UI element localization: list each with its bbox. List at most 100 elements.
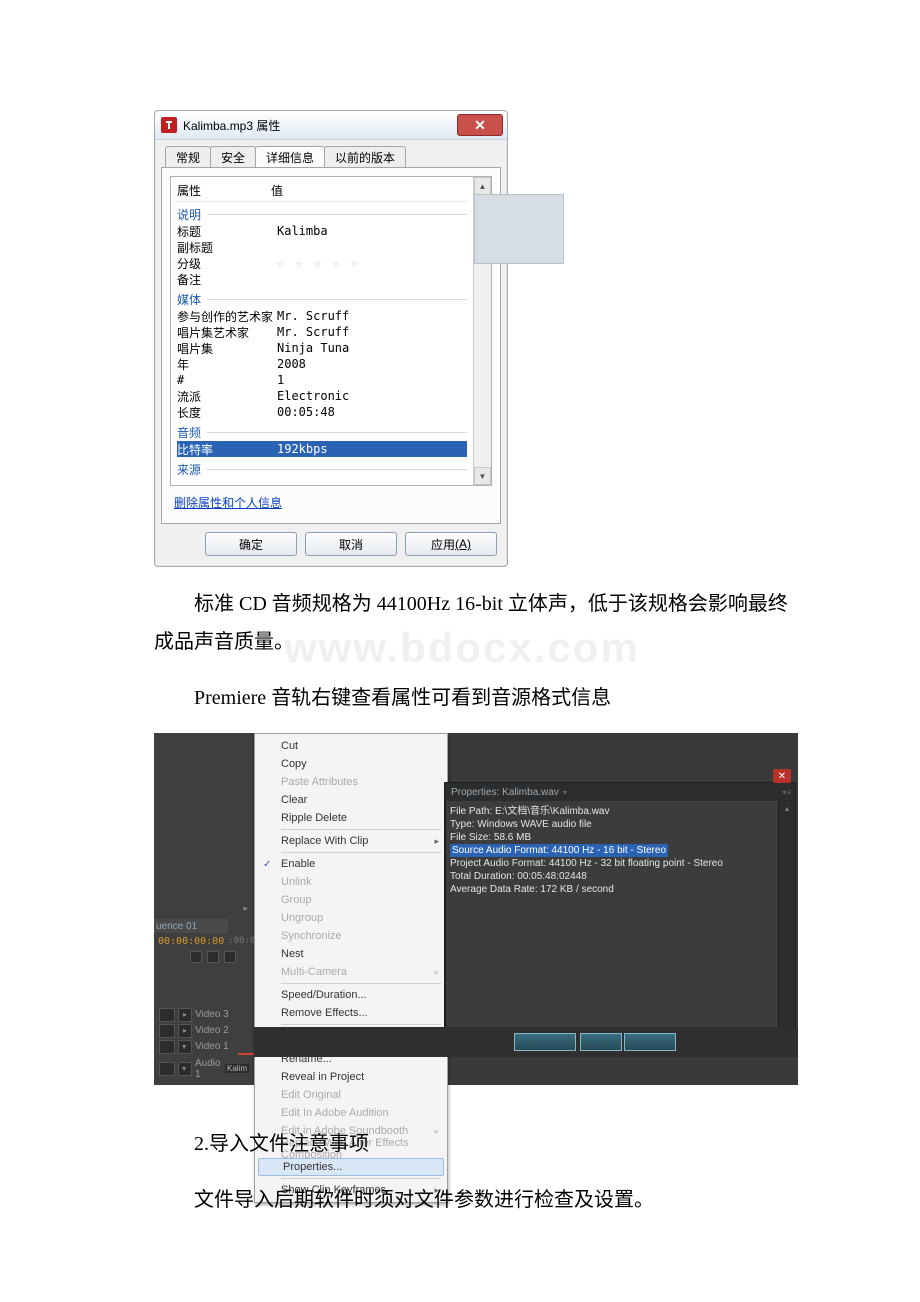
ok-button[interactable]: 确定: [205, 532, 297, 556]
scrollbar[interactable]: ▲ ▼: [473, 177, 491, 485]
group-source: 来源: [177, 461, 467, 478]
track-video2[interactable]: Video 2: [159, 1023, 249, 1038]
row-rating[interactable]: 分级☆ ☆ ☆ ☆ ☆: [177, 255, 467, 271]
row-subtitle[interactable]: 副标题: [177, 239, 467, 255]
column-headers[interactable]: 属性 值: [177, 181, 467, 202]
apply-button[interactable]: 应用(A): [405, 532, 497, 556]
check-icon: ✓: [263, 859, 271, 870]
audio-clip-segment[interactable]: [514, 1033, 576, 1051]
prop-avg-data-rate: Average Data Rate: 172 KB / second: [450, 883, 774, 896]
menu-paste-attributes: Paste Attributes: [257, 773, 445, 791]
row-album-artist[interactable]: 唱片集艺术家Mr. Scruff: [177, 324, 467, 340]
clip-name-tag: Kalim: [225, 1064, 249, 1073]
row-genre[interactable]: 流派Electronic: [177, 388, 467, 404]
app-icon: [161, 117, 177, 133]
paragraph-premiere-hint: Premiere 音轨右键查看属性可看到音源格式信息: [154, 679, 798, 717]
panel-body: File Path: E:\文档\音乐\Kalimba.wav Type: Wi…: [445, 801, 779, 1042]
group-label: 音频: [177, 424, 201, 441]
marker-icon[interactable]: [224, 951, 236, 963]
panel-menu-icon[interactable]: ▾≡: [782, 788, 791, 797]
details-viewport: 属性 值 说明 标题Kalimba 副标题 分级☆ ☆ ☆ ☆ ☆ 备注: [171, 177, 473, 485]
details-pane: 属性 值 说明 标题Kalimba 副标题 分级☆ ☆ ☆ ☆ ☆ 备注: [161, 167, 501, 524]
group-label: 说明: [177, 206, 201, 223]
panel-scrollbar[interactable]: ▴ ▾: [778, 801, 795, 1042]
scroll-down-arrow[interactable]: ▼: [474, 467, 491, 485]
link-icon[interactable]: [207, 951, 219, 963]
dialog-titlebar[interactable]: Kalimba.mp3 属性 ✕: [155, 111, 507, 140]
menu-ungroup: Ungroup: [257, 909, 445, 927]
menu-remove-effects[interactable]: Remove Effects...: [257, 1004, 445, 1022]
paragraph-cd-spec: 标准 CD 音频规格为 44100Hz 16-bit 立体声，低于该规格会影响最…: [154, 585, 798, 661]
current-timecode[interactable]: 00:00:00:00: [158, 936, 224, 947]
group-media: 媒体 参与创作的艺术家Mr. Scruff 唱片集艺术家Mr. Scruff 唱…: [177, 291, 467, 420]
chevron-down-icon[interactable]: ▾: [563, 788, 567, 797]
row-comment[interactable]: 备注: [177, 271, 467, 287]
menu-copy[interactable]: Copy: [257, 755, 445, 773]
close-button[interactable]: ✕: [457, 114, 503, 136]
snap-icon[interactable]: [190, 951, 202, 963]
section-heading-2: 2.导入文件注意事项: [154, 1125, 798, 1163]
track-video1[interactable]: Video 1: [159, 1039, 249, 1054]
menu-clear[interactable]: Clear: [257, 791, 445, 809]
group-description: 说明 标题Kalimba 副标题 分级☆ ☆ ☆ ☆ ☆ 备注: [177, 206, 467, 287]
menu-cut[interactable]: Cut: [257, 737, 445, 755]
menu-unlink: Unlink: [257, 873, 445, 891]
prop-type: Type: Windows WAVE audio file: [450, 818, 774, 831]
menu-edit-in-audition: Edit In Adobe Audition: [257, 1104, 445, 1122]
row-track-number[interactable]: #1: [177, 372, 467, 388]
prop-total-duration: Total Duration: 00:05:48:02448: [450, 870, 774, 883]
panel-title[interactable]: Properties: Kalimba.wav ▾ ▾≡: [445, 783, 795, 801]
tab-details[interactable]: 详细信息: [255, 146, 325, 168]
panel-close-button[interactable]: ✕: [773, 769, 791, 783]
row-contributing-artist[interactable]: 参与创作的艺术家Mr. Scruff: [177, 308, 467, 324]
tab-general[interactable]: 常规: [165, 146, 211, 168]
track-audio1[interactable]: Audio 1Kalim: [159, 1061, 249, 1076]
group-audio: 音频 比特率192kbps: [177, 424, 467, 457]
rating-stars[interactable]: ☆ ☆ ☆ ☆ ☆: [277, 256, 360, 270]
menu-reveal-in-project[interactable]: Reveal in Project: [257, 1068, 445, 1086]
premiere-screenshot: ▸ uence 01 00:00:00:00 :00:00 Video 3 Vi…: [154, 733, 798, 1085]
tab-security[interactable]: 安全: [210, 146, 256, 168]
row-title[interactable]: 标题Kalimba: [177, 223, 467, 239]
timeline-left-panel: ▸ uence 01 00:00:00:00 :00:00 Video 3 Vi…: [154, 733, 252, 1085]
paragraph-import-note: 文件导入后期软件时须对文件参数进行检查及设置。: [154, 1181, 798, 1219]
menu-ripple-delete[interactable]: Ripple Delete: [257, 809, 445, 827]
tab-prev-versions[interactable]: 以前的版本: [324, 146, 406, 168]
row-length[interactable]: 长度00:05:48: [177, 404, 467, 420]
timeline-strip: [254, 1027, 798, 1057]
prop-project-audio-format: Project Audio Format: 44100 Hz - 32 bit …: [450, 857, 774, 870]
cancel-button[interactable]: 取消: [305, 532, 397, 556]
scroll-track[interactable]: [474, 194, 564, 209]
chevron-right-icon[interactable]: ▸: [243, 903, 248, 914]
dialog-title: Kalimba.mp3 属性: [183, 117, 457, 134]
remove-properties-link[interactable]: 删除属性和个人信息: [174, 496, 282, 510]
tab-strip: 常规 安全 详细信息 以前的版本: [161, 146, 501, 168]
prop-file-path: File Path: E:\文档\音乐\Kalimba.wav: [450, 805, 774, 818]
file-properties-dialog: Kalimba.mp3 属性 ✕ 常规 安全 详细信息 以前的版本 属性 值: [154, 110, 508, 567]
audio-clip-segment[interactable]: [624, 1033, 676, 1051]
menu-speed-duration[interactable]: Speed/Duration...: [257, 986, 445, 1004]
menu-nest[interactable]: Nest: [257, 945, 445, 963]
menu-enable[interactable]: ✓Enable: [257, 855, 445, 873]
header-value: 值: [271, 182, 283, 199]
menu-edit-original: Edit Original: [257, 1086, 445, 1104]
row-year[interactable]: 年2008: [177, 356, 467, 372]
row-bitrate[interactable]: 比特率192kbps: [177, 441, 467, 457]
details-list: 属性 值 说明 标题Kalimba 副标题 分级☆ ☆ ☆ ☆ ☆ 备注: [170, 176, 492, 486]
row-album[interactable]: 唱片集Ninja Tuna: [177, 340, 467, 356]
scroll-up-icon[interactable]: ▴: [779, 801, 795, 815]
scroll-up-arrow[interactable]: ▲: [474, 177, 491, 195]
header-property: 属性: [177, 182, 271, 199]
audio-clip-segment[interactable]: [580, 1033, 622, 1051]
scroll-thumb[interactable]: [474, 194, 564, 264]
dialog-buttons: 确定 取消 应用(A): [161, 524, 501, 560]
menu-multi-camera: Multi-Camera: [257, 963, 445, 981]
prop-file-size: File Size: 58.6 MB: [450, 831, 774, 844]
menu-group: Group: [257, 891, 445, 909]
menu-replace-with-clip[interactable]: Replace With Clip: [257, 832, 445, 850]
group-label: 媒体: [177, 291, 201, 308]
track-video3[interactable]: Video 3: [159, 1007, 249, 1022]
prop-source-audio-format: Source Audio Format: 44100 Hz - 16 bit -…: [450, 844, 668, 857]
menu-synchronize: Synchronize: [257, 927, 445, 945]
sequence-tab-label: uence 01: [154, 921, 197, 932]
